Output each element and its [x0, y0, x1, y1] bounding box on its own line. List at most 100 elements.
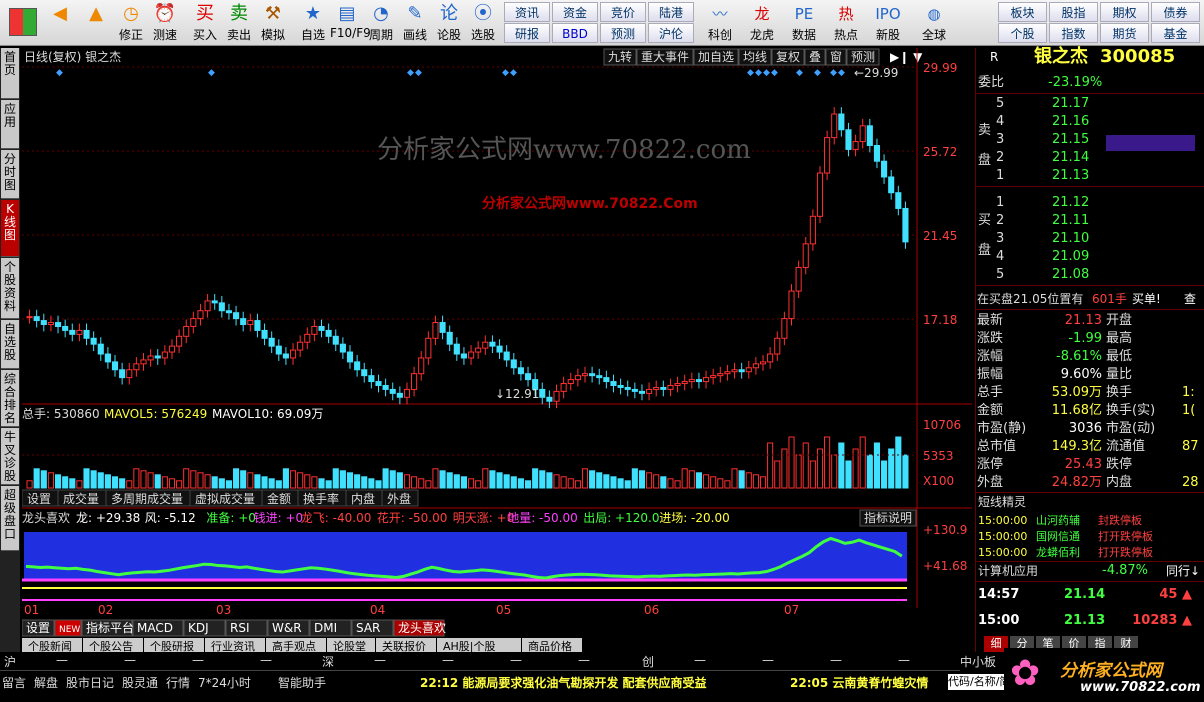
- toolbar-数据-button[interactable]: PE 数据: [784, 2, 824, 44]
- left-tab-7[interactable]: 牛叉诊股: [1, 428, 19, 485]
- toolbar-债券[interactable]: 债券: [1151, 2, 1200, 22]
- indicator-legend-item: 龙飞: -40.00: [301, 511, 372, 525]
- event-marker-icon[interactable]: ◆: [510, 68, 517, 78]
- toolbar-期权[interactable]: 期权: [1100, 2, 1149, 22]
- stat-value2-5: 1(: [1182, 403, 1196, 418]
- status-item-0[interactable]: 留言: [2, 674, 34, 691]
- candle-body: [111, 361, 119, 371]
- short-name[interactable]: 龙蟒佰利: [1036, 544, 1092, 562]
- news-ticker-1[interactable]: 22:12 能源局要求强化油气勘探开发 配套供应商受益: [420, 674, 750, 691]
- event-marker-icon[interactable]: ◆: [415, 68, 422, 78]
- volume-bar: [26, 480, 33, 489]
- left-tab-4[interactable]: 个股资料: [1, 258, 19, 319]
- toolbar-button-7[interactable]: ★ 自选: [296, 2, 330, 44]
- stat-value2-8: [1182, 456, 1204, 474]
- order-tag[interactable]: 买单!: [1132, 290, 1172, 308]
- toolbar-button-2[interactable]: ◷ 修正: [114, 2, 148, 44]
- candle-body: [510, 359, 517, 369]
- status-item-4[interactable]: 行情: [166, 674, 198, 691]
- toolbar-热点-button[interactable]: 热热点: [826, 2, 866, 44]
- volume-bar: [368, 478, 375, 489]
- candle-body: [425, 337, 432, 359]
- status-item-2[interactable]: 股市日记: [66, 674, 122, 691]
- event-marker-icon[interactable]: ◆: [747, 68, 754, 78]
- candle-body: [567, 379, 574, 385]
- toolbar-科创-button[interactable]: 〰科创: [700, 2, 740, 44]
- toolbar-button-0[interactable]: ◀: [42, 2, 78, 44]
- toolbar-板块[interactable]: 板块: [998, 2, 1047, 22]
- toolbar-button-3[interactable]: ⏰ 测速: [148, 2, 182, 44]
- toolbar-资金[interactable]: 资金: [552, 2, 598, 22]
- toolbar-button-4[interactable]: 买买入: [188, 2, 222, 44]
- event-marker-icon[interactable]: ◆: [814, 68, 821, 78]
- index-沪[interactable]: 沪: [4, 653, 24, 670]
- event-marker-icon[interactable]: ◆: [771, 68, 778, 78]
- order-check[interactable]: 查: [1184, 290, 1204, 308]
- volume-bar: [282, 468, 289, 489]
- chart-nav-icon[interactable]: ▶❙ ▼: [890, 50, 923, 64]
- bottom-tab-label: 设置: [26, 621, 50, 635]
- left-tab-8[interactable]: 超级盘口: [1, 486, 19, 551]
- status-item-1[interactable]: 解盘: [34, 674, 66, 691]
- toolbar-资讯[interactable]: 资讯: [504, 2, 550, 22]
- left-tab-6[interactable]: 综合排名: [1, 370, 19, 427]
- toolbar-个股[interactable]: 个股: [998, 23, 1047, 43]
- small-board[interactable]: 中小板: [960, 653, 1008, 670]
- divider: [976, 309, 1204, 310]
- candle-body: [710, 375, 717, 379]
- left-tab-3[interactable]: K线图: [1, 200, 19, 257]
- toolbar-button-11[interactable]: 论论股: [432, 2, 466, 44]
- toolbar-基金[interactable]: 基金: [1151, 23, 1200, 43]
- index-创[interactable]: 创: [642, 653, 662, 670]
- event-marker-icon[interactable]: ◆: [763, 68, 770, 78]
- candle-body: [368, 375, 375, 383]
- toolbar-button-1[interactable]: ▲: [78, 2, 114, 44]
- toolbar-沪伦[interactable]: 沪伦: [648, 23, 694, 43]
- event-marker-icon[interactable]: ◆: [56, 68, 63, 78]
- toolbar-button-12[interactable]: ⦿ 选股: [466, 2, 500, 44]
- event-marker-icon[interactable]: ◆: [796, 68, 803, 78]
- toolbar-BBD[interactable]: BBD: [552, 23, 598, 43]
- index-value: —: [578, 653, 590, 667]
- left-tab-1[interactable]: 应用: [1, 100, 19, 149]
- volume-bar: [567, 478, 574, 489]
- news-ticker-2[interactable]: 22:05 云南黄脊竹蝗灾情: [790, 674, 940, 691]
- toolbar-期货[interactable]: 期货: [1100, 23, 1149, 43]
- toolbar-全球-button[interactable]: ◍ 全球: [914, 2, 954, 44]
- toolbar-button-10[interactable]: ✎ 画线: [398, 2, 432, 44]
- chart-area[interactable]: 日线(复权) 银之杰 九转 重大事件 加自选 均线 复权叠窗预测 ▶❙ ▼29.99 25.7…: [22, 48, 972, 652]
- candle-body: [183, 325, 190, 337]
- toolbar-button-8[interactable]: ▤ F10/F9: [330, 2, 371, 44]
- toolbar-预测[interactable]: 预测: [600, 23, 646, 43]
- status-item-6[interactable]: 智能助手: [278, 674, 334, 691]
- divider: [976, 285, 1204, 286]
- event-marker-icon[interactable]: ◆: [208, 68, 215, 78]
- toolbar-龙虎-button[interactable]: 龙龙虎: [742, 2, 782, 44]
- event-marker-icon[interactable]: ◆: [502, 68, 509, 78]
- volume-bar: [702, 474, 710, 489]
- toolbar-button-5[interactable]: 卖卖出: [222, 2, 256, 44]
- toolbar-陆港[interactable]: 陆港: [648, 2, 694, 22]
- left-tab-5[interactable]: 自选股: [1, 320, 19, 369]
- event-marker-icon[interactable]: ◆: [407, 68, 414, 78]
- status-item-5[interactable]: 7*24小时: [198, 674, 278, 691]
- event-marker-icon[interactable]: ◆: [830, 68, 837, 78]
- toolbar-研报[interactable]: 研报: [504, 23, 550, 43]
- stat-label2-2: 最低: [1106, 349, 1133, 364]
- sector-link[interactable]: 同行↓: [1166, 562, 1204, 580]
- status-item-3[interactable]: 股灵通: [122, 674, 166, 691]
- stat-value-5: 11.68亿: [1051, 403, 1102, 418]
- volume-bar: [439, 470, 446, 489]
- left-tab-0[interactable]: 首页: [1, 48, 19, 99]
- toolbar-新股-button[interactable]: IPO 新股: [868, 2, 908, 44]
- left-tab-2[interactable]: 分时图: [1, 150, 19, 199]
- toolbar-股指[interactable]: 股指: [1049, 2, 1098, 22]
- toolbar-竞价[interactable]: 竞价: [600, 2, 646, 22]
- stat-label2-8: 跌停: [1106, 457, 1133, 472]
- toolbar-button-6[interactable]: ⚒ 模拟: [256, 2, 290, 44]
- toolbar-指数[interactable]: 指数: [1049, 23, 1098, 43]
- toolbar-button-9[interactable]: ◔ 周期: [364, 2, 398, 44]
- index-深[interactable]: 深: [322, 653, 342, 670]
- event-marker-icon[interactable]: ◆: [755, 68, 762, 78]
- event-marker-icon[interactable]: ◆: [838, 68, 845, 78]
